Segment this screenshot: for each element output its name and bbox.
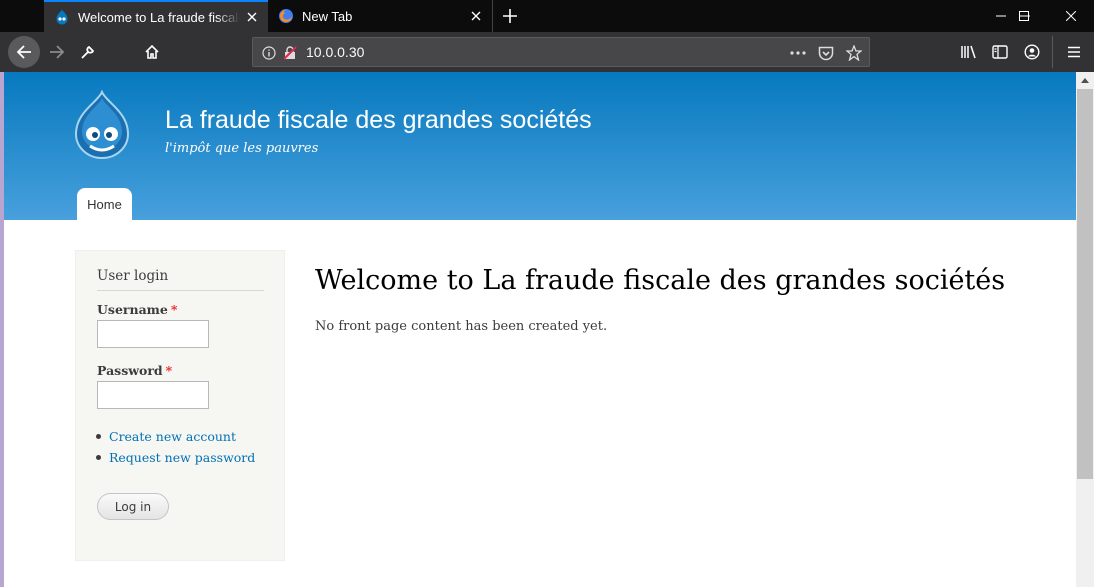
tab-welcome[interactable]: Welcome to La fraude fiscale des grandes… (44, 0, 268, 32)
list-item: Request new password (96, 447, 255, 468)
close-tab-icon[interactable] (464, 4, 488, 28)
block-divider (97, 290, 264, 291)
home-icon (145, 44, 159, 59)
tab-title: Welcome to La fraude fiscale des grandes… (78, 9, 240, 25)
site-header: La fraude fiscale des grandes sociétés l… (4, 72, 1076, 220)
sidebar-icon (992, 45, 1008, 59)
required-marker: * (165, 363, 173, 378)
close-tab-icon[interactable] (240, 5, 264, 29)
tab-bar: Welcome to La fraude fiscale des grandes… (0, 0, 1094, 32)
site-name[interactable]: La fraude fiscale des grandes sociétés (165, 106, 592, 135)
arrow-right-icon (50, 45, 65, 59)
more-actions-icon[interactable] (789, 44, 807, 62)
account-icon (1024, 44, 1040, 60)
forward-button[interactable] (41, 36, 73, 68)
page-title: Welcome to La fraude fiscale des grandes… (315, 265, 1006, 296)
plus-icon (503, 9, 517, 23)
request-password-link[interactable]: Request new password (109, 450, 255, 465)
maximize-button[interactable] (1001, 0, 1047, 32)
toolbar-separator (1052, 36, 1053, 68)
bookmark-star-icon[interactable] (845, 44, 863, 62)
block-title: User login (97, 268, 169, 284)
password-label: Password * (97, 363, 172, 378)
user-login-block: User login Username * Password * Create ne… (75, 250, 285, 561)
create-account-link[interactable]: Create new account (109, 429, 236, 444)
username-label: Username * (97, 302, 177, 317)
page-body-text: No front page content has been created y… (315, 319, 608, 334)
vertical-scrollbar[interactable] (1076, 72, 1094, 587)
scroll-up-button[interactable] (1076, 72, 1094, 89)
wrench-icon (81, 45, 95, 59)
password-input[interactable] (97, 381, 209, 409)
new-tab-button[interactable] (498, 4, 522, 28)
required-marker: * (170, 302, 178, 317)
scrollbar-thumb[interactable] (1077, 89, 1093, 479)
page-viewport: La fraude fiscale des grandes sociétés l… (4, 72, 1076, 587)
login-button[interactable]: Log in (97, 493, 169, 520)
nav-toolbar: 10.0.0.30 (0, 32, 1094, 72)
back-button[interactable] (8, 36, 40, 68)
username-input[interactable] (97, 320, 209, 348)
hamburger-menu-icon (1068, 46, 1080, 58)
firefox-icon (279, 9, 293, 23)
password-label-text: Password (97, 363, 163, 378)
sidebar-button[interactable] (984, 36, 1016, 68)
insecure-lock-icon[interactable] (281, 44, 299, 62)
bullet-icon (96, 434, 101, 439)
address-bar[interactable]: 10.0.0.30 (252, 37, 870, 67)
site-slogan: l'impôt que les pauvres (165, 141, 319, 156)
chevron-up-icon (1081, 78, 1089, 83)
drupal-logo-icon[interactable] (70, 90, 134, 160)
arrow-left-icon (16, 45, 31, 59)
maximize-icon (1019, 11, 1029, 21)
close-icon (1066, 11, 1076, 21)
drupal-icon (56, 9, 68, 25)
info-icon[interactable] (260, 44, 278, 62)
menu-button[interactable] (1058, 36, 1090, 68)
url-text: 10.0.0.30 (306, 44, 365, 60)
tab-title: New Tab (302, 8, 353, 24)
library-button[interactable] (953, 36, 985, 68)
close-window-button[interactable] (1048, 0, 1094, 32)
customize-button[interactable] (72, 36, 104, 68)
home-button[interactable] (136, 36, 168, 68)
tab-new-tab[interactable]: New Tab (268, 0, 493, 32)
account-button[interactable] (1016, 36, 1048, 68)
username-label-text: Username (97, 302, 168, 317)
login-links: Create new account Request new password (96, 426, 255, 468)
nav-home-tab[interactable]: Home (77, 188, 132, 220)
bullet-icon (96, 455, 101, 460)
list-item: Create new account (96, 426, 255, 447)
library-icon (961, 45, 976, 59)
pocket-icon[interactable] (817, 44, 835, 62)
